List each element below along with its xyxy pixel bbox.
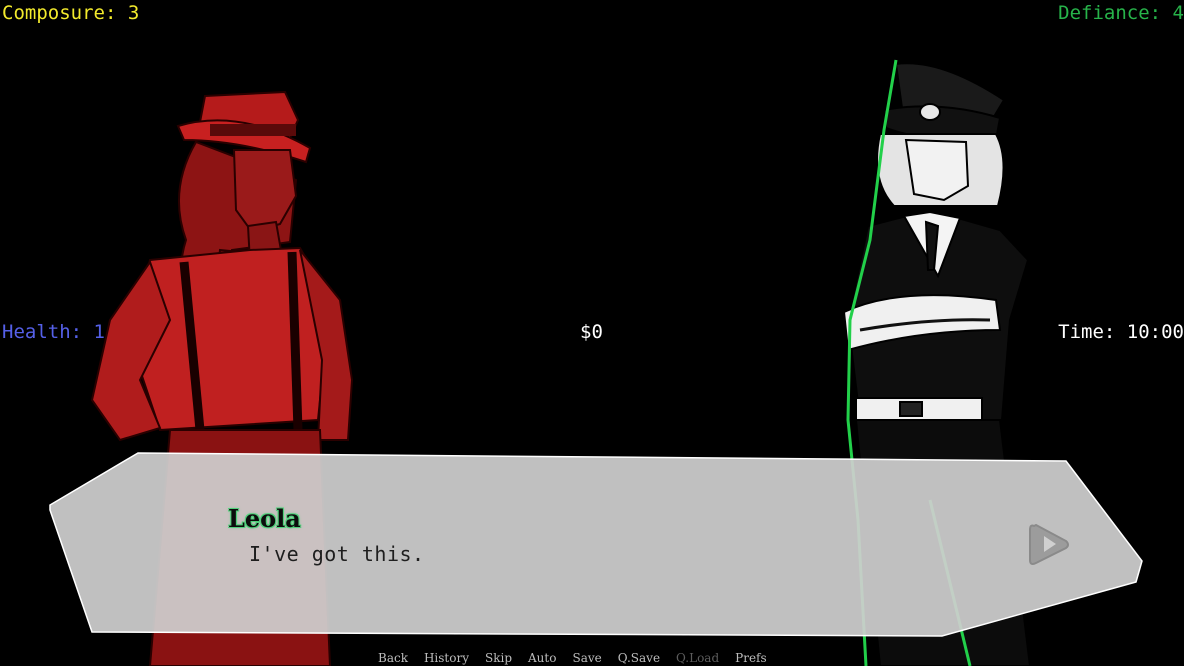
health-stat: Health: 1 [2, 321, 105, 343]
quick-menu-qsave-button[interactable]: Q.Save [610, 650, 668, 666]
quick-menu-qload-button: Q.Load [676, 651, 720, 665]
quick-menu: Back History Skip Auto Save Q.Save Q.Load Prefs [370, 650, 775, 666]
quick-menu-auto-button[interactable]: Auto [520, 650, 564, 666]
time-stat: Time: 10:00 [1058, 321, 1184, 343]
quick-menu-history-button[interactable]: History [416, 650, 477, 666]
quick-menu-back-button[interactable]: Back [370, 650, 416, 666]
quick-menu-save-button[interactable]: Save [564, 650, 609, 666]
composure-stat: Composure: 3 [2, 2, 140, 24]
dialogue-text: I've got this. [249, 542, 425, 566]
money-stat: $0 [580, 321, 603, 343]
defiance-stat: Defiance: 4 [1058, 2, 1184, 24]
game-screen: Composure: 3 Defiance: 4 Health: 1 $0 Ti… [0, 0, 1184, 666]
speaker-name: Leola [228, 504, 301, 533]
quick-menu-skip-button[interactable]: Skip [477, 650, 520, 666]
play-triangle-icon[interactable] [1024, 518, 1074, 570]
quick-menu-prefs-button[interactable]: Prefs [727, 650, 775, 666]
